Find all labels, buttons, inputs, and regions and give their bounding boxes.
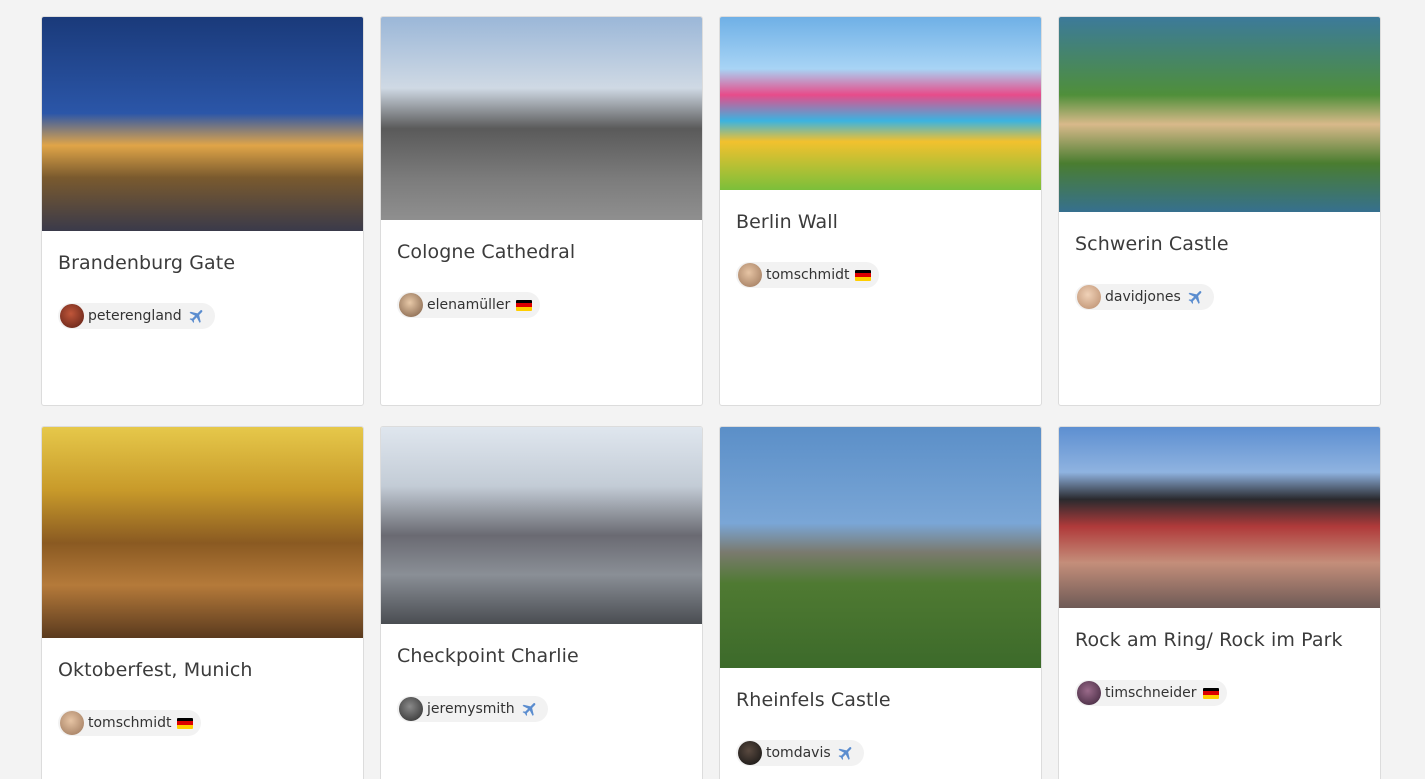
brandenburg-gate-photo[interactable] [42, 17, 363, 231]
germany-flag-icon [516, 299, 533, 311]
user-chip[interactable]: tomschmidt [58, 710, 202, 736]
avatar [60, 711, 84, 735]
avatar [738, 263, 762, 287]
username: jeremysmith [427, 701, 515, 717]
card-title[interactable]: Checkpoint Charlie [397, 645, 686, 667]
card-title[interactable]: Berlin Wall [736, 211, 1025, 233]
avatar [738, 741, 762, 765]
card-brandenburg-gate[interactable]: Brandenburg Gate peterengland [41, 16, 364, 406]
rheinfels-castle-photo[interactable] [720, 427, 1041, 668]
airplane-icon [189, 310, 203, 323]
avatar [1077, 285, 1101, 309]
rock-am-ring-photo[interactable] [1059, 427, 1380, 608]
germany-flag-icon [177, 717, 194, 729]
user-chip[interactable]: jeremysmith [397, 696, 548, 722]
germany-flag-icon [855, 269, 872, 281]
card-title[interactable]: Schwerin Castle [1075, 233, 1364, 255]
attractions-grid: Brandenburg Gate peterengland Cologne Ca… [0, 0, 1425, 779]
avatar [1077, 681, 1101, 705]
username: tomschmidt [766, 267, 850, 283]
card-schwerin-castle[interactable]: Schwerin Castle davidjones [1058, 16, 1381, 406]
user-chip[interactable]: tomdavis [736, 740, 864, 766]
card-berlin-wall[interactable]: Berlin Wall tomschmidt [719, 16, 1042, 406]
checkpoint-charlie-photo[interactable] [381, 427, 702, 624]
username: peterengland [88, 308, 182, 324]
username: davidjones [1105, 289, 1181, 305]
user-chip[interactable]: davidjones [1075, 284, 1214, 310]
card-title[interactable]: Oktoberfest, Munich [58, 659, 347, 681]
cologne-cathedral-photo[interactable] [381, 17, 702, 220]
airplane-icon [1188, 291, 1202, 304]
username: timschneider [1105, 685, 1197, 701]
avatar [399, 697, 423, 721]
oktoberfest-photo[interactable] [42, 427, 363, 638]
card-checkpoint-charlie[interactable]: Checkpoint Charlie jeremysmith [380, 426, 703, 779]
airplane-icon [838, 747, 852, 760]
airplane-icon [522, 703, 536, 716]
username: tomdavis [766, 745, 831, 761]
card-oktoberfest[interactable]: Oktoberfest, Munich tomschmidt [41, 426, 364, 779]
card-title[interactable]: Brandenburg Gate [58, 252, 347, 274]
berlin-wall-photo[interactable] [720, 17, 1041, 190]
user-chip[interactable]: timschneider [1075, 680, 1227, 706]
schwerin-castle-photo[interactable] [1059, 17, 1380, 212]
card-rheinfels-castle[interactable]: Rheinfels Castle tomdavis [719, 426, 1042, 779]
user-chip[interactable]: tomschmidt [736, 262, 880, 288]
avatar [60, 304, 84, 328]
card-title[interactable]: Rheinfels Castle [736, 689, 1025, 711]
card-cologne-cathedral[interactable]: Cologne Cathedral elenamüller [380, 16, 703, 406]
avatar [399, 293, 423, 317]
card-title[interactable]: Cologne Cathedral [397, 241, 686, 263]
user-chip[interactable]: elenamüller [397, 292, 541, 318]
username: tomschmidt [88, 715, 172, 731]
card-rock-am-ring[interactable]: Rock am Ring/ Rock im Park timschneider [1058, 426, 1381, 779]
user-chip[interactable]: peterengland [58, 303, 215, 329]
username: elenamüller [427, 297, 511, 313]
germany-flag-icon [1202, 687, 1219, 699]
card-title[interactable]: Rock am Ring/ Rock im Park [1075, 629, 1364, 651]
